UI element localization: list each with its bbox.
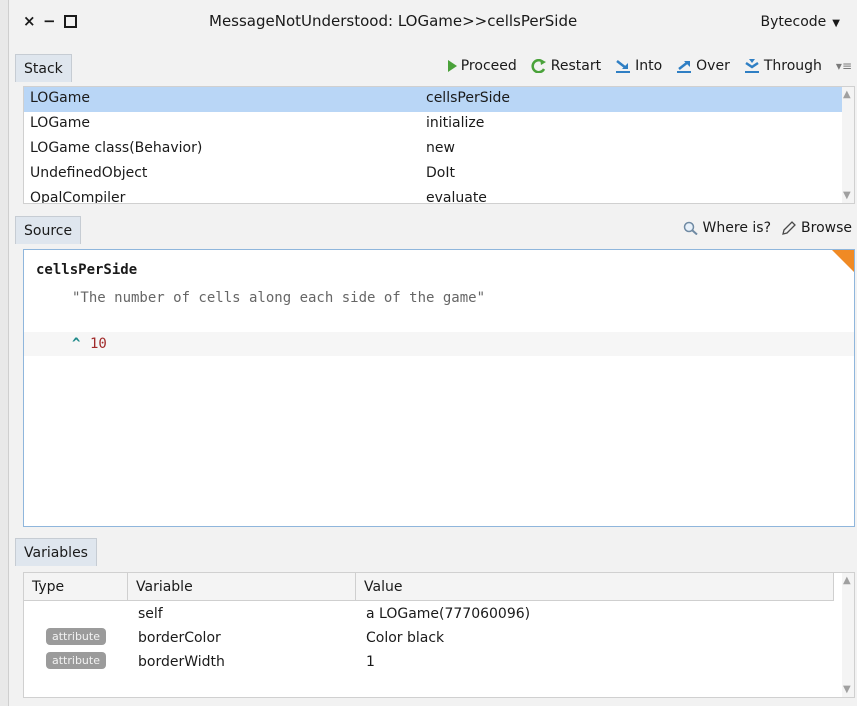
table-row[interactable]: self a LOGame(777060096) xyxy=(24,603,844,627)
stack-selector: DoIt xyxy=(426,165,455,181)
step-through-icon xyxy=(744,59,759,73)
stack-row[interactable]: LOGame class(Behavior) new xyxy=(24,137,844,162)
scroll-up-icon[interactable]: ▲ xyxy=(843,89,851,100)
browse-button[interactable]: Browse xyxy=(781,220,852,236)
column-header-variable[interactable]: Variable xyxy=(128,573,356,601)
variable-value: a LOGame(777060096) xyxy=(366,606,531,622)
into-label: Into xyxy=(635,58,663,74)
stack-selector: initialize xyxy=(426,115,485,131)
scroll-down-icon[interactable]: ▼ xyxy=(843,684,851,695)
over-label: Over xyxy=(696,58,730,74)
variable-value: Color black xyxy=(366,630,445,646)
tab-source[interactable]: Source xyxy=(15,216,82,244)
restart-label: Restart xyxy=(550,58,602,74)
close-icon[interactable]: × xyxy=(23,12,36,30)
return-value: 10 xyxy=(90,336,107,352)
magnifier-icon xyxy=(683,221,698,235)
minimize-icon[interactable]: − xyxy=(43,12,56,30)
where-is-label: Where is? xyxy=(702,220,772,236)
stack-list[interactable]: LOGame cellsPerSide LOGame initialize LO… xyxy=(23,86,855,204)
mode-selector[interactable]: Bytecode ▼ xyxy=(761,14,840,30)
over-button[interactable]: Over xyxy=(676,58,730,74)
stack-scrollbar[interactable]: ▲ ▼ xyxy=(842,87,854,203)
column-header-value[interactable]: Value xyxy=(356,573,834,601)
debug-toolbar: Proceed Restart Into Over Through ▾≡ xyxy=(447,58,852,74)
into-button[interactable]: Into xyxy=(615,58,662,74)
through-button[interactable]: Through xyxy=(744,58,822,74)
modified-corner-indicator xyxy=(832,250,854,272)
method-comment: "The number of cells along each side of … xyxy=(72,290,486,306)
stack-row[interactable]: OpalCompiler evaluate xyxy=(24,187,844,204)
variables-table[interactable]: Type Variable Value self a LOGame(777060… xyxy=(23,572,855,698)
browse-label: Browse xyxy=(801,220,852,236)
column-header-type[interactable]: Type xyxy=(24,573,128,601)
variables-header: Variables xyxy=(9,536,857,566)
stack-row[interactable]: LOGame initialize xyxy=(24,112,844,137)
step-over-icon xyxy=(677,61,692,73)
window-title: MessageNotUnderstood: LOGame>>cellsPerSi… xyxy=(209,12,578,30)
through-label: Through xyxy=(763,58,822,74)
stack-row[interactable]: UndefinedObject DoIt xyxy=(24,162,844,187)
stack-receiver: UndefinedObject xyxy=(30,165,148,181)
source-editor[interactable]: cellsPerSide "The number of cells along … xyxy=(23,249,855,527)
stack-receiver: LOGame class(Behavior) xyxy=(30,140,203,156)
type-badge: attribute xyxy=(46,628,106,645)
variables-scrollbar[interactable]: ▲ ▼ xyxy=(842,573,854,697)
table-row[interactable]: attribute borderWidth 1 xyxy=(24,651,844,675)
source-header: Source Where is? Browse xyxy=(9,214,857,244)
tab-variables[interactable]: Variables xyxy=(15,538,97,566)
scroll-down-icon[interactable]: ▼ xyxy=(843,190,851,201)
stack-selector: cellsPerSide xyxy=(426,90,510,106)
step-into-icon xyxy=(616,60,631,73)
restart-icon xyxy=(531,59,546,73)
proceed-button[interactable]: Proceed xyxy=(447,58,517,74)
mode-selector-label: Bytecode xyxy=(760,14,827,30)
where-is-button[interactable]: Where is? xyxy=(683,220,771,236)
stack-receiver: LOGame xyxy=(30,115,90,131)
type-badge: attribute xyxy=(46,652,106,669)
title-bar: × − MessageNotUnderstood: LOGame>>cellsP… xyxy=(9,0,857,44)
table-row[interactable]: attribute borderColor Color black xyxy=(24,627,844,651)
return-caret: ^ xyxy=(72,336,81,352)
stack-receiver: LOGame xyxy=(30,90,90,106)
variable-name: borderWidth xyxy=(138,654,225,670)
stack-selector: new xyxy=(426,140,455,156)
source-toolbar: Where is? Browse xyxy=(683,220,852,236)
current-line-highlight xyxy=(24,332,854,356)
scroll-up-icon[interactable]: ▲ xyxy=(843,575,851,586)
chevron-down-icon: ▼ xyxy=(832,18,840,29)
toolbar-menu-icon[interactable]: ▾≡ xyxy=(836,58,852,74)
stack-receiver: OpalCompiler xyxy=(30,190,126,204)
maximize-icon[interactable] xyxy=(64,15,77,28)
tab-stack[interactable]: Stack xyxy=(15,54,72,82)
proceed-label: Proceed xyxy=(460,58,517,74)
stack-header: Stack Proceed Restart Into Over Through xyxy=(9,52,857,82)
method-selector: cellsPerSide xyxy=(36,262,138,278)
variable-name: borderColor xyxy=(138,630,221,646)
debugger-window: × − MessageNotUnderstood: LOGame>>cellsP… xyxy=(8,0,857,706)
variables-table-header: Type Variable Value xyxy=(24,573,844,601)
variable-name: self xyxy=(138,606,163,622)
play-icon xyxy=(447,60,457,72)
stack-row-selected[interactable]: LOGame cellsPerSide xyxy=(24,87,844,112)
stack-selector: evaluate xyxy=(426,190,487,204)
variable-value: 1 xyxy=(366,654,375,670)
pencil-icon xyxy=(782,221,796,235)
restart-button[interactable]: Restart xyxy=(531,58,601,74)
